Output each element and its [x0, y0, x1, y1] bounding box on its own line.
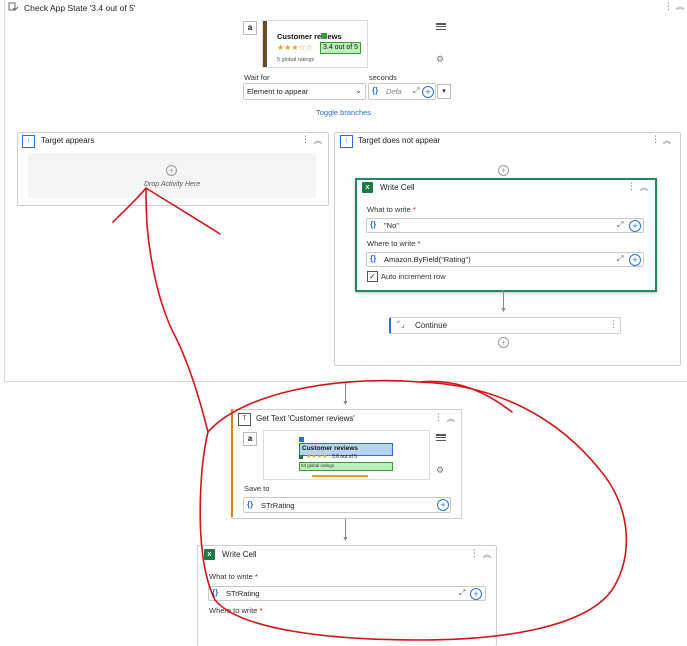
red-annotation-overlay [112, 187, 628, 641]
annotation-circle [199, 379, 628, 641]
annotation-arrow-line [145, 187, 209, 433]
annotation-arrow-head-left [112, 187, 147, 223]
annotation-arrow-head-right [145, 187, 221, 235]
